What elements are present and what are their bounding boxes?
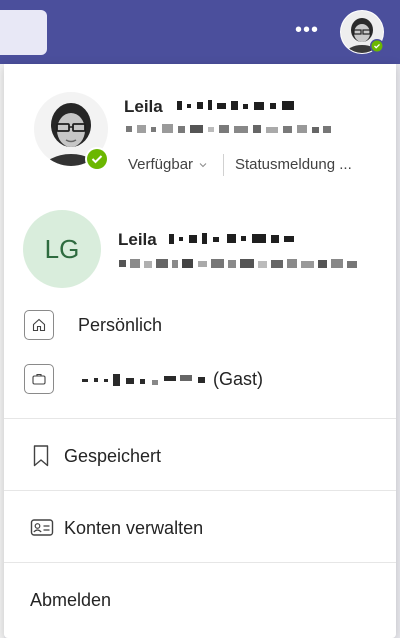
home-icon [24, 310, 54, 340]
saved-menu-item[interactable]: Gespeichert [4, 438, 396, 474]
manage-accounts-label: Konten verwalten [64, 518, 204, 538]
status-divider [223, 154, 224, 176]
sign-out-menu-item[interactable]: Abmelden [4, 582, 396, 618]
avatar-button[interactable] [340, 10, 386, 56]
guest-suffix: (Gast) [213, 369, 264, 389]
avatar [340, 10, 384, 54]
more-options-icon[interactable]: ••• [294, 20, 320, 40]
separator [4, 490, 396, 491]
availability-dropdown[interactable]: Verfügbar [128, 156, 207, 173]
search-box[interactable] [0, 10, 47, 55]
personal-label: Persönlich [78, 315, 163, 335]
redacted-org-name [82, 374, 205, 386]
account-initials-avatar: LG [23, 210, 101, 288]
briefcase-icon [24, 364, 54, 394]
redacted-email [126, 124, 331, 133]
status-message-button[interactable]: Statusmeldung ... [235, 156, 352, 173]
redacted-surname [177, 100, 294, 110]
manage-accounts-menu-item[interactable]: Konten verwalten [4, 510, 396, 546]
availability-label: Verfügbar [128, 156, 194, 173]
account-name: Leila [118, 230, 157, 249]
separator [4, 418, 396, 419]
contact-card-icon [30, 519, 54, 536]
app-header: ••• [0, 0, 400, 64]
profile-menu-panel: Leila Verfügbar Statusmeldung ... LG Lei… [4, 64, 396, 638]
account-guest-item[interactable]: (Gast) [4, 360, 396, 398]
separator [4, 562, 396, 563]
sign-out-label: Abmelden [30, 590, 112, 610]
redacted-account-email [119, 259, 357, 268]
chevron-down-icon [199, 163, 207, 168]
presence-available-icon [85, 147, 109, 171]
redacted-account-surname [169, 233, 294, 244]
saved-label: Gespeichert [64, 446, 162, 466]
bookmark-icon [33, 445, 49, 467]
profile-name: Leila [124, 97, 163, 116]
account-personal-item[interactable]: Persönlich [4, 306, 396, 344]
